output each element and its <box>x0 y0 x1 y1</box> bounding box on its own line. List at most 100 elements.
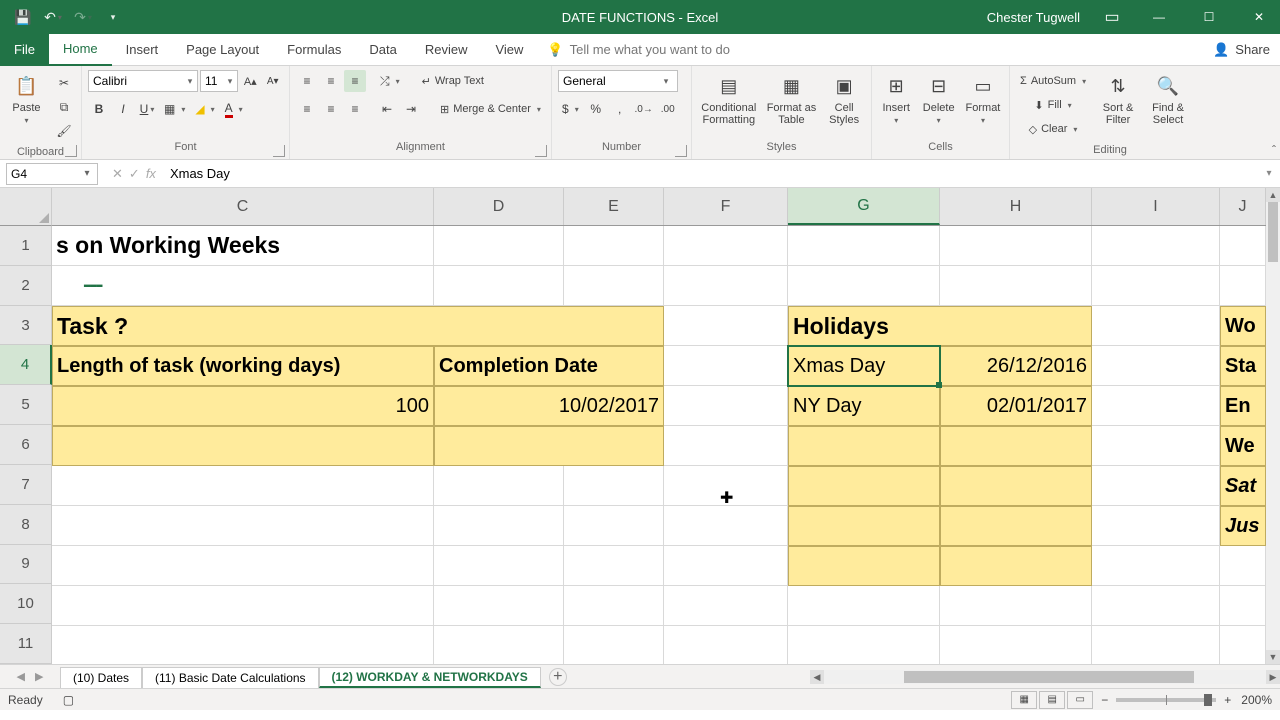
column-headers[interactable]: CDEFGHIJ <box>52 188 1266 226</box>
autosum-button[interactable]: Σ AutoSum▾ <box>1016 70 1090 92</box>
view-page-break-icon[interactable]: ▭ <box>1067 691 1093 709</box>
cell-J5[interactable]: En <box>1220 386 1266 426</box>
accept-formula-icon[interactable]: ✓ <box>129 166 140 182</box>
format-cells-button[interactable]: ▭Format▾ <box>963 70 1003 127</box>
scroll-down-icon[interactable]: ▼ <box>1266 650 1280 664</box>
number-launcher[interactable] <box>675 145 687 157</box>
fx-icon[interactable]: fx <box>146 166 156 182</box>
close-button[interactable]: ✕ <box>1238 0 1280 34</box>
delete-cells-button[interactable]: ⊟Delete▾ <box>920 70 956 127</box>
align-center-icon[interactable]: ≡ <box>320 98 342 120</box>
align-left-icon[interactable]: ≡ <box>296 98 318 120</box>
cell-G7[interactable] <box>788 466 940 506</box>
tab-formulas[interactable]: Formulas <box>273 34 355 66</box>
save-icon[interactable]: 💾 <box>14 8 32 26</box>
cell-C6[interactable] <box>52 426 434 466</box>
cell-G9[interactable] <box>788 546 940 586</box>
vertical-scrollbar[interactable]: ▲ ▼ <box>1266 188 1280 664</box>
orientation-icon[interactable]: ⤮▾ <box>376 70 404 92</box>
minimize-button[interactable]: — <box>1138 0 1180 34</box>
align-middle-icon[interactable]: ≡ <box>320 70 342 92</box>
cell-G4[interactable]: Xmas Day <box>788 346 940 386</box>
cell-G10[interactable] <box>788 586 940 626</box>
comma-format-icon[interactable]: , <box>609 98 631 120</box>
cell-D4[interactable]: Completion Date <box>434 346 664 386</box>
cell-C2[interactable] <box>52 266 434 306</box>
cell-I1[interactable] <box>1092 226 1220 266</box>
name-box-input[interactable] <box>7 164 79 184</box>
cell-F4[interactable] <box>664 346 788 386</box>
col-header-E[interactable]: E <box>564 188 664 225</box>
cell-H6[interactable] <box>940 426 1092 466</box>
col-header-I[interactable]: I <box>1092 188 1220 225</box>
row-header-2[interactable]: 2 <box>0 266 52 306</box>
cell-D8[interactable] <box>434 506 564 546</box>
tab-review[interactable]: Review <box>411 34 482 66</box>
cell-E8[interactable] <box>564 506 664 546</box>
hscroll-thumb[interactable] <box>904 671 1194 683</box>
font-color-button[interactable]: A▾ <box>221 98 247 120</box>
cell-F6[interactable] <box>664 426 788 466</box>
decrease-indent-icon[interactable]: ⇤ <box>376 98 398 120</box>
fill-button[interactable]: ⬇ Fill▾ <box>1016 94 1090 116</box>
share-button[interactable]: 👤 Share <box>1213 42 1270 58</box>
cell-E2[interactable] <box>564 266 664 306</box>
cell-C4[interactable]: Length of task (working days) <box>52 346 434 386</box>
cell-J9[interactable] <box>1220 546 1266 586</box>
format-as-table-button[interactable]: ▦Format as Table <box>766 70 818 128</box>
sheet-nav-prev-icon[interactable]: ◀ <box>17 670 25 683</box>
clipboard-launcher[interactable] <box>65 145 77 157</box>
cell-D6[interactable] <box>434 426 664 466</box>
format-painter-icon[interactable]: 🖌 <box>53 120 75 142</box>
find-select-button[interactable]: 🔍Find & Select <box>1146 70 1190 128</box>
row-header-5[interactable]: 5 <box>0 385 52 425</box>
ribbon-display-options-icon[interactable]: ▭ <box>1094 0 1130 34</box>
cell-F9[interactable] <box>664 546 788 586</box>
cell-C11[interactable] <box>52 626 434 666</box>
cell-H7[interactable] <box>940 466 1092 506</box>
bold-button[interactable]: B <box>88 98 110 120</box>
row-header-9[interactable]: 9 <box>0 545 52 585</box>
cell-J6[interactable]: We <box>1220 426 1266 466</box>
cell-D1[interactable] <box>434 226 564 266</box>
conditional-formatting-button[interactable]: ▤Conditional Formatting <box>698 70 760 128</box>
cell-I10[interactable] <box>1092 586 1220 626</box>
cell-D7[interactable] <box>434 466 564 506</box>
cell-F2[interactable] <box>664 266 788 306</box>
copy-icon[interactable]: ⧉ <box>53 96 75 118</box>
collapse-ribbon-icon[interactable]: ˆ <box>1272 143 1276 157</box>
cell-G5[interactable]: NY Day <box>788 386 940 426</box>
align-bottom-icon[interactable]: ≡ <box>344 70 366 92</box>
cell-I3[interactable] <box>1092 306 1220 346</box>
increase-decimal-icon[interactable]: .0→ <box>633 98 655 120</box>
tab-view[interactable]: View <box>481 34 537 66</box>
sort-filter-button[interactable]: ⇅Sort & Filter <box>1096 70 1140 128</box>
decrease-decimal-icon[interactable]: .00 <box>657 98 679 120</box>
cell-F1[interactable] <box>664 226 788 266</box>
username[interactable]: Chester Tugwell <box>987 10 1080 25</box>
row-header-7[interactable]: 7 <box>0 465 52 505</box>
col-header-C[interactable]: C <box>52 188 434 225</box>
cell-H8[interactable] <box>940 506 1092 546</box>
cell-I4[interactable] <box>1092 346 1220 386</box>
spreadsheet-grid[interactable]: CDEFGHIJ 1234567891011 s on Working Week… <box>0 188 1280 664</box>
zoom-slider[interactable] <box>1116 698 1216 702</box>
cell-G2[interactable] <box>788 266 940 306</box>
zoom-in-icon[interactable]: + <box>1224 693 1231 707</box>
cell-D9[interactable] <box>434 546 564 586</box>
cell-G6[interactable] <box>788 426 940 466</box>
font-size-combo[interactable]: ▾ <box>200 70 238 92</box>
col-header-F[interactable]: F <box>664 188 788 225</box>
cell-H1[interactable] <box>940 226 1092 266</box>
cut-icon[interactable]: ✂ <box>53 72 75 94</box>
cell-I9[interactable] <box>1092 546 1220 586</box>
undo-icon[interactable]: ↶▾ <box>44 8 62 26</box>
accounting-format-icon[interactable]: $▾ <box>558 98 583 120</box>
name-box[interactable]: ▾ <box>6 163 98 185</box>
col-header-H[interactable]: H <box>940 188 1092 225</box>
cell-G3[interactable]: Holidays <box>788 306 1092 346</box>
tell-me-search[interactable]: 💡 Tell me what you want to do <box>537 42 730 58</box>
scroll-right-icon[interactable]: ▶ <box>1266 670 1280 684</box>
cell-J3[interactable]: Wo <box>1220 306 1266 346</box>
align-top-icon[interactable]: ≡ <box>296 70 318 92</box>
